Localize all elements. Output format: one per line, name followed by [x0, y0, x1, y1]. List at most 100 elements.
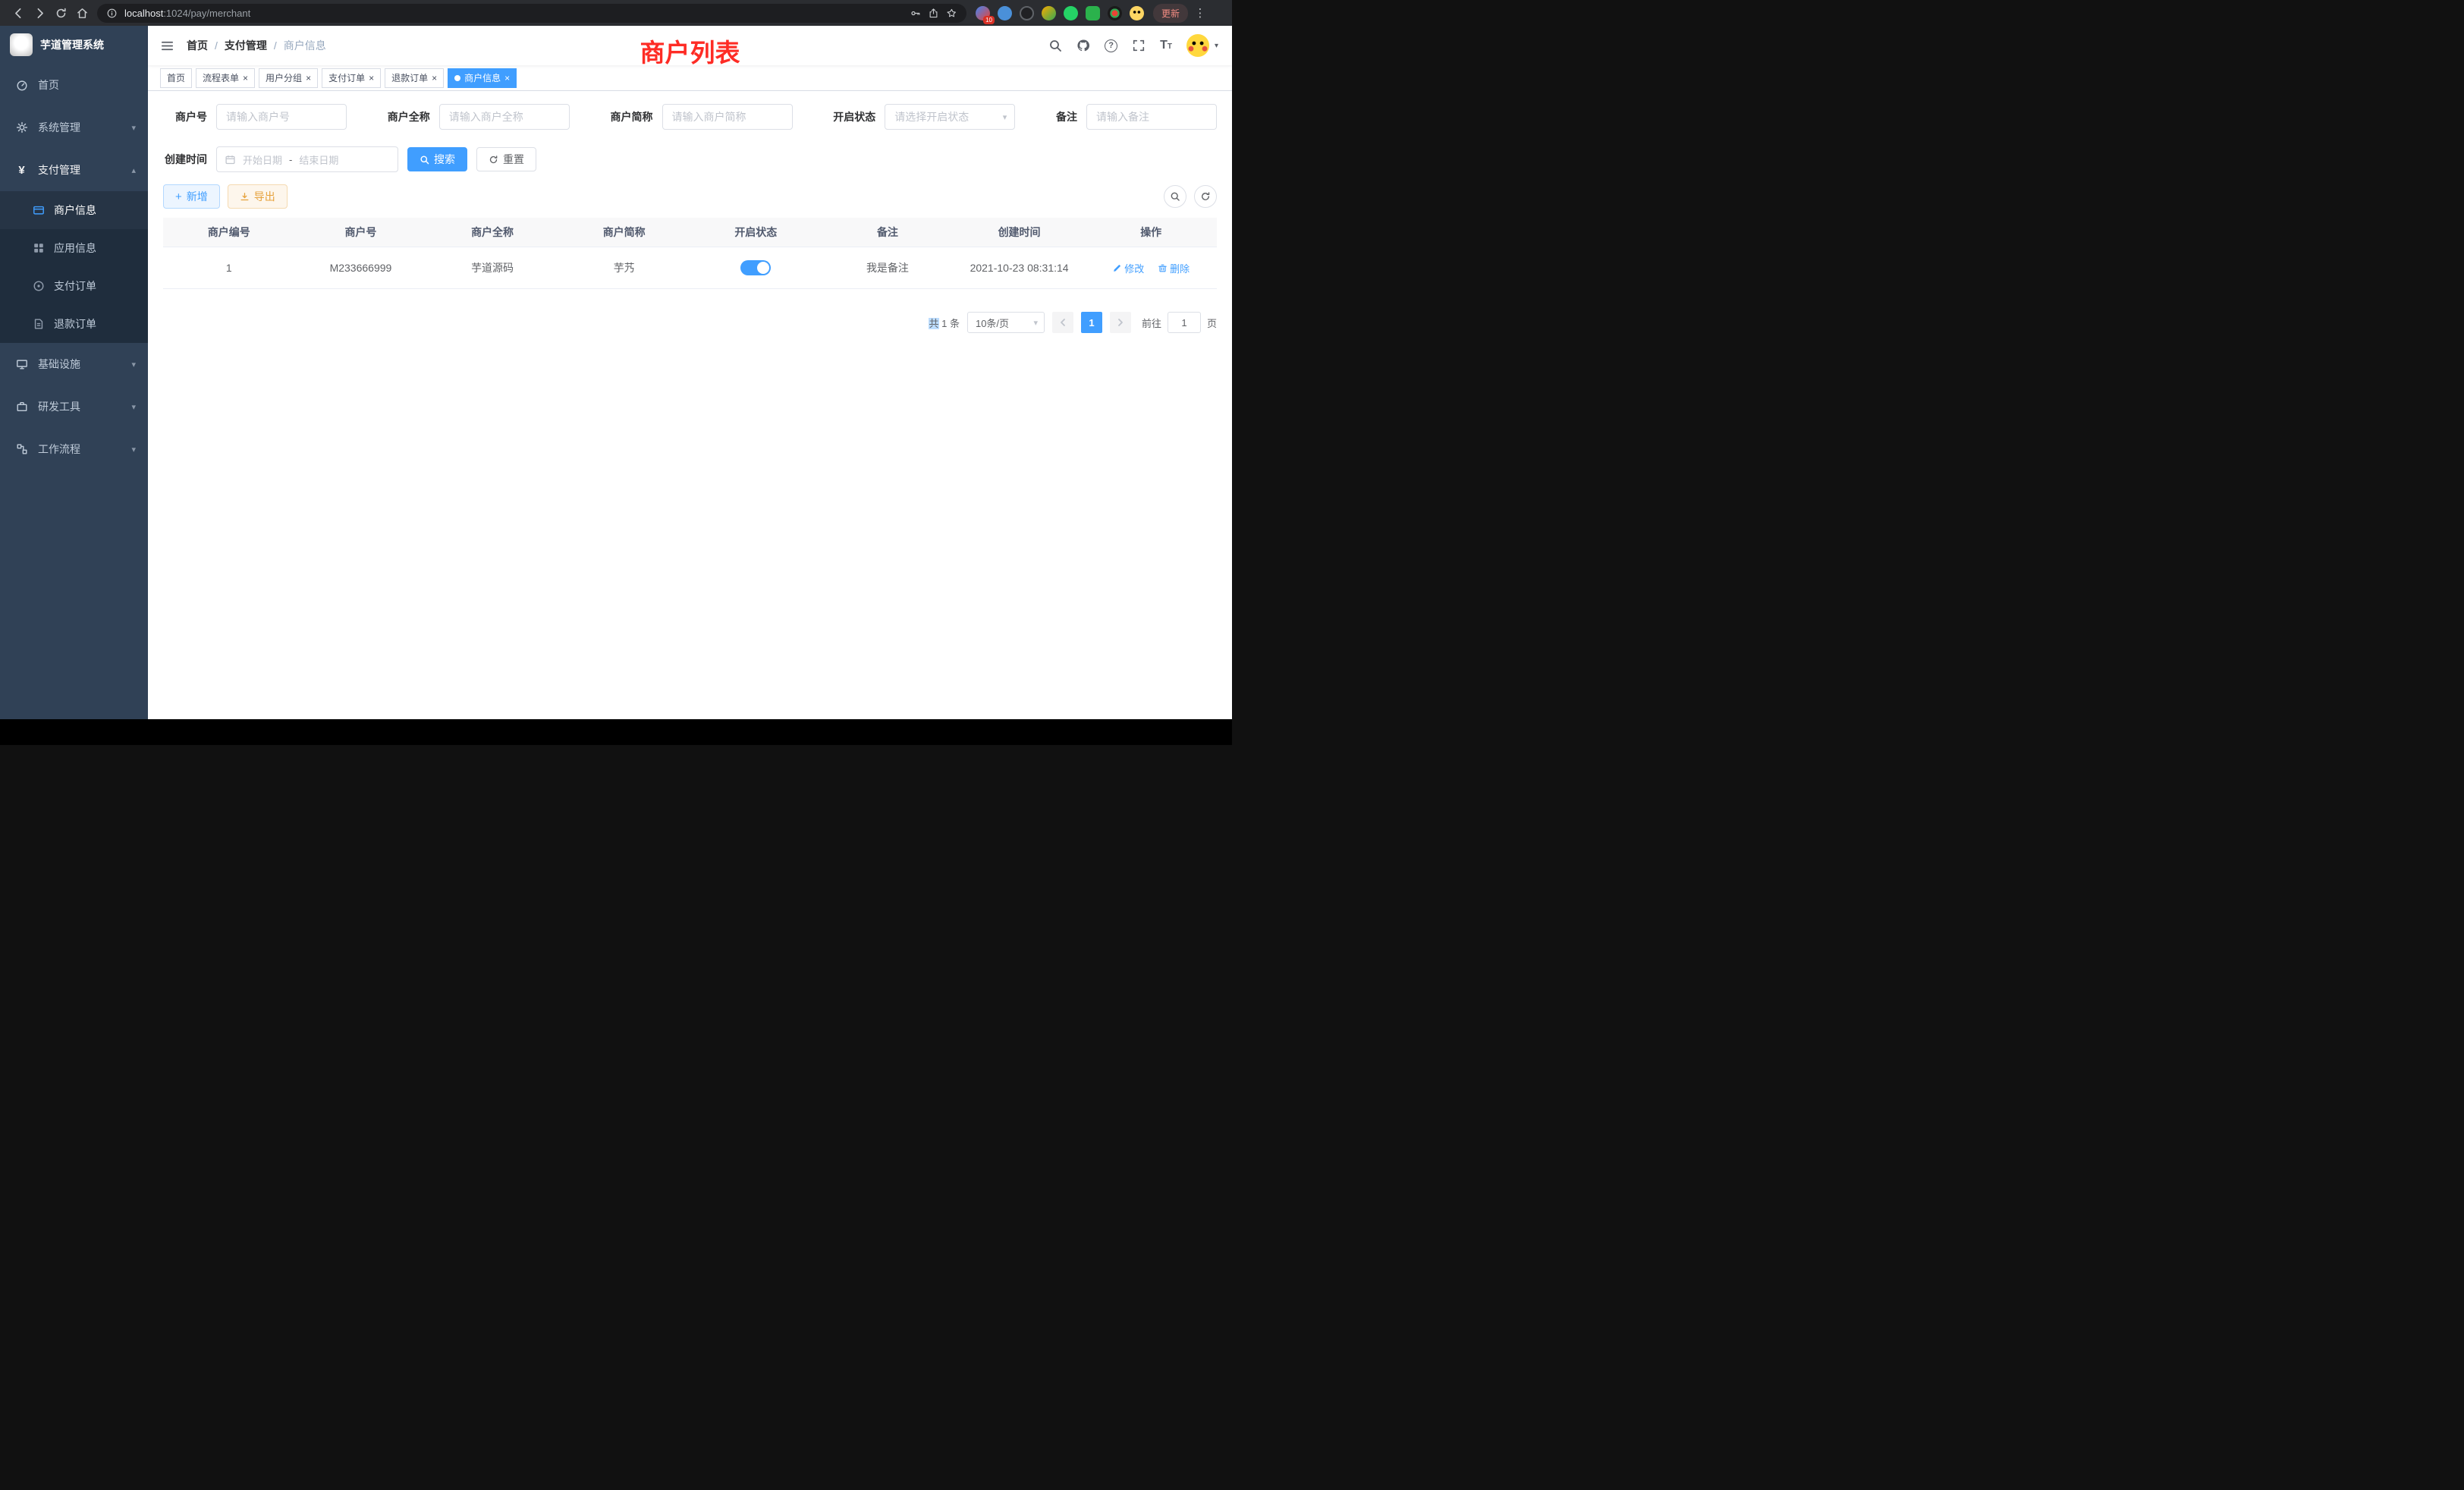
sidebar-menu: 首页 系统管理 ▾ ¥ 支付管理 ▴	[0, 64, 148, 719]
search-button[interactable]: 搜索	[407, 147, 467, 171]
help-icon[interactable]: ?	[1105, 39, 1117, 52]
extension-icon-6[interactable]	[1086, 6, 1100, 20]
github-icon[interactable]	[1076, 39, 1090, 52]
col-remark: 备注	[822, 218, 954, 247]
sidebar-item-payment[interactable]: ¥ 支付管理 ▴	[0, 149, 148, 191]
refresh-table-button[interactable]	[1194, 185, 1217, 208]
tab-process-form[interactable]: 流程表单 ×	[196, 68, 255, 88]
page-unit-label: 页	[1207, 316, 1217, 330]
extension-icon-7[interactable]	[1108, 6, 1122, 20]
status-toggle[interactable]	[740, 260, 771, 275]
address-bar[interactable]: localhost:1024/pay/merchant	[97, 4, 966, 23]
extension-icon-2[interactable]	[998, 6, 1012, 20]
font-size-icon[interactable]: TT	[1160, 39, 1172, 52]
forward-button[interactable]	[29, 2, 50, 24]
breadcrumb-payment[interactable]: 支付管理	[225, 38, 267, 53]
add-button[interactable]: + 新增	[163, 184, 220, 209]
filter-status: 开启状态 请选择开启状态 ▾	[833, 104, 1015, 130]
extension-icon-8[interactable]	[1130, 6, 1144, 20]
tab-home[interactable]: 首页	[160, 68, 192, 88]
avatar[interactable]	[1186, 34, 1209, 57]
edit-button[interactable]: 修改	[1112, 261, 1144, 275]
user-menu[interactable]: ▾	[1186, 34, 1218, 57]
sidebar-item-label: 支付管理	[38, 162, 80, 178]
remark-input[interactable]	[1086, 104, 1217, 130]
sidebar-item-workflow[interactable]: 工作流程 ▾	[0, 428, 148, 470]
search-icon[interactable]	[1048, 39, 1062, 52]
close-icon[interactable]: ×	[306, 74, 311, 83]
extension-icon-4[interactable]	[1042, 6, 1056, 20]
sidebar-toggle-icon[interactable]	[148, 39, 187, 53]
sidebar-logo[interactable]: 芋道管理系统	[0, 26, 148, 64]
tab-user-group[interactable]: 用户分组 ×	[259, 68, 318, 88]
site-info-icon[interactable]	[106, 8, 118, 19]
short-name-input[interactable]	[662, 104, 793, 130]
url-text: localhost:1024/pay/merchant	[124, 8, 903, 19]
tags-view-bar: 首页 流程表单 × 用户分组 × 支付订单 × 退款订单 ×	[148, 65, 1232, 91]
bookmark-star-icon[interactable]	[946, 8, 957, 19]
chevron-down-icon: ▾	[131, 360, 136, 369]
screen: localhost:1024/pay/merchant 10 更新 ⋮	[0, 0, 1232, 745]
share-icon[interactable]	[928, 8, 939, 19]
cell-full-name: 芋道源码	[426, 247, 558, 289]
extension-icon-5[interactable]	[1064, 6, 1078, 20]
bottom-black-bar	[0, 719, 1232, 745]
chevron-down-icon: ▾	[1033, 318, 1038, 328]
cell-short-name: 芋艿	[558, 247, 690, 289]
tab-pay-order[interactable]: 支付订单 ×	[322, 68, 381, 88]
tab-merchant-info[interactable]: 商户信息 ×	[448, 68, 517, 88]
download-icon	[240, 192, 250, 202]
extension-icon-3[interactable]	[1020, 6, 1034, 20]
reset-button[interactable]: 重置	[476, 147, 536, 171]
close-icon[interactable]: ×	[369, 74, 374, 83]
export-button[interactable]: 导出	[228, 184, 288, 209]
sidebar-item-system[interactable]: 系统管理 ▾	[0, 106, 148, 149]
filter-remark: 备注	[1056, 104, 1217, 130]
prev-page-button[interactable]	[1052, 312, 1073, 333]
caret-down-icon: ▾	[1215, 42, 1218, 50]
end-date-placeholder[interactable]: 结束日期	[299, 152, 338, 167]
close-icon[interactable]: ×	[243, 74, 248, 83]
cell-merchant-id: 1	[163, 247, 295, 289]
yen-icon: ¥	[15, 165, 28, 176]
close-icon[interactable]: ×	[432, 74, 437, 83]
filter-row-2: 创建时间 开始日期 - 结束日期 搜索 重置	[163, 146, 1217, 172]
fullscreen-icon[interactable]	[1132, 39, 1146, 52]
next-page-button[interactable]	[1110, 312, 1131, 333]
breadcrumb-home[interactable]: 首页	[187, 38, 208, 53]
sidebar-item-label: 基础设施	[38, 357, 80, 372]
sidebar-item-devtools[interactable]: 研发工具 ▾	[0, 385, 148, 428]
extension-icon-1[interactable]: 10	[976, 6, 990, 20]
sidebar-item-refund-order[interactable]: 退款订单	[0, 305, 148, 343]
delete-button[interactable]: 删除	[1158, 261, 1190, 275]
toggle-search-button[interactable]	[1164, 185, 1186, 208]
reload-button[interactable]	[50, 2, 71, 24]
home-button[interactable]	[71, 2, 93, 24]
create-time-range-picker[interactable]: 开始日期 - 结束日期	[216, 146, 398, 172]
merchant-no-input[interactable]	[216, 104, 347, 130]
close-icon[interactable]: ×	[504, 74, 510, 83]
browser-update-button[interactable]: 更新	[1153, 4, 1188, 23]
chevron-down-icon: ▾	[131, 445, 136, 454]
page-number-1[interactable]: 1	[1081, 312, 1102, 333]
tab-refund-order[interactable]: 退款订单 ×	[385, 68, 444, 88]
status-select[interactable]: 请选择开启状态 ▾	[885, 104, 1015, 130]
sidebar-item-merchant-info[interactable]: 商户信息	[0, 191, 148, 229]
browser-menu-icon[interactable]: ⋮	[1194, 6, 1206, 20]
pagination-goto: 前往 页	[1142, 312, 1217, 333]
password-key-icon[interactable]	[910, 8, 921, 19]
goto-page-input[interactable]	[1168, 312, 1201, 333]
page-size-select[interactable]: 10条/页 ▾	[967, 312, 1045, 333]
breadcrumb-separator: /	[274, 39, 277, 52]
sidebar-item-home[interactable]: 首页	[0, 64, 148, 106]
full-name-input[interactable]	[439, 104, 570, 130]
sidebar-item-infra[interactable]: 基础设施 ▾	[0, 343, 148, 385]
start-date-placeholder[interactable]: 开始日期	[243, 152, 282, 167]
browser-toolbar: localhost:1024/pay/merchant 10 更新 ⋮	[0, 0, 1232, 26]
url-host: localhost	[124, 8, 163, 19]
sidebar-item-pay-order[interactable]: 支付订单	[0, 267, 148, 305]
cell-remark: 我是备注	[822, 247, 954, 289]
col-actions: 操作	[1085, 218, 1217, 247]
sidebar-item-app-info[interactable]: 应用信息	[0, 229, 148, 267]
back-button[interactable]	[8, 2, 29, 24]
